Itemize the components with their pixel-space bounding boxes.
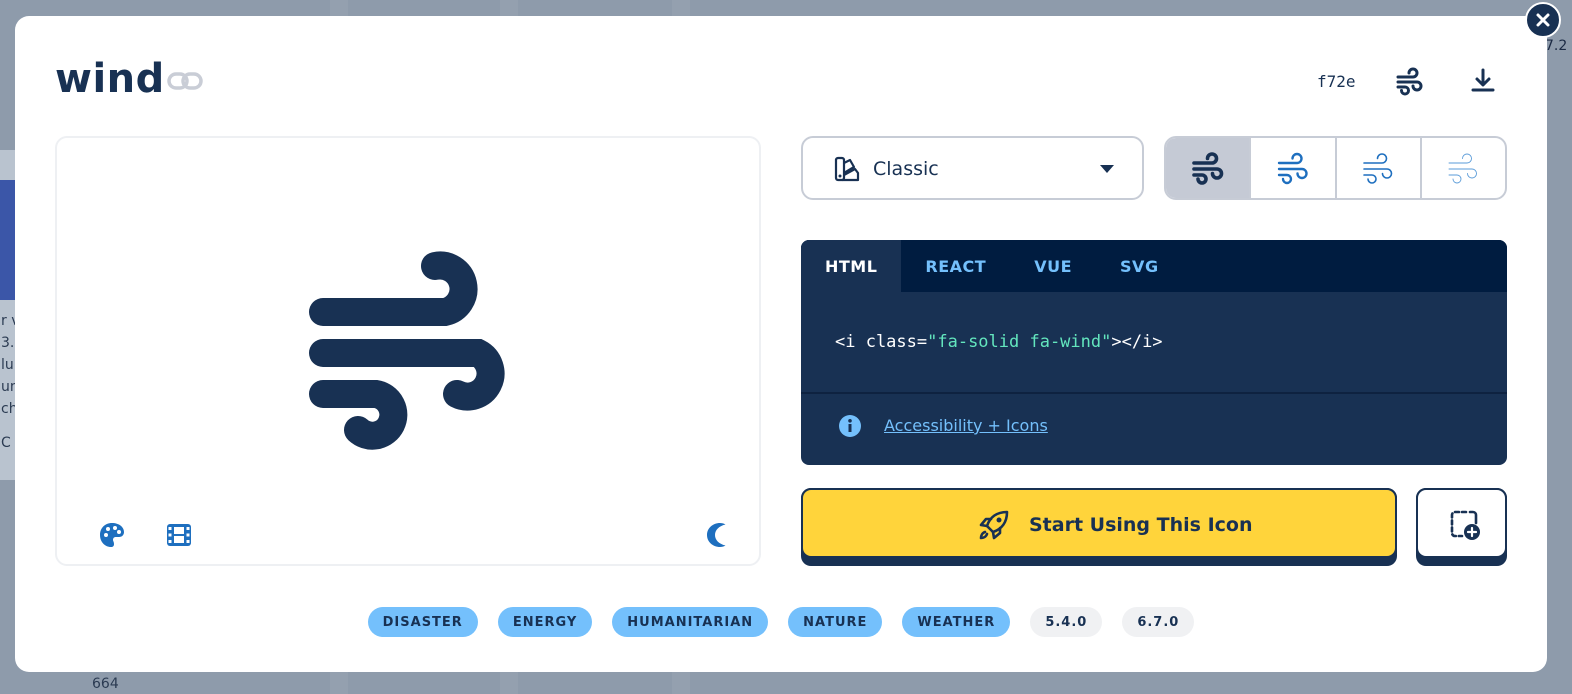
tab-react[interactable]: REACT (901, 240, 1010, 292)
weight-option-light[interactable] (1337, 138, 1422, 198)
tab-vue[interactable]: VUE (1010, 240, 1096, 292)
category-tag[interactable]: HUMANITARIAN (612, 607, 769, 637)
wind-icon (1191, 152, 1223, 185)
bg-count: 664 (92, 676, 119, 692)
icon-preview (55, 136, 761, 566)
style-select-value: Classic (873, 158, 939, 180)
bg-line: un (1, 379, 16, 395)
category-tag[interactable]: DISASTER (367, 607, 478, 637)
category-tag[interactable]: NATURE (788, 607, 883, 637)
info-icon (839, 415, 861, 437)
weight-option-regular[interactable] (1251, 138, 1337, 198)
wind-icon[interactable] (1395, 66, 1425, 96)
download-icon[interactable] (1468, 66, 1498, 96)
link-icon[interactable] (167, 68, 203, 94)
bg-line: ch (1, 401, 16, 417)
tab-svg[interactable]: SVG (1096, 240, 1183, 292)
wind-icon (1363, 153, 1393, 184)
code-tabs: HTML REACT VUE SVG (801, 240, 1507, 292)
caret-down-icon (1100, 165, 1114, 173)
close-icon (1536, 13, 1550, 27)
code-class-string: "fa-solid fa-wind" (927, 332, 1112, 352)
divider (801, 392, 1507, 394)
icon-detail-modal: wind f72e Classic HTML REACT VUE SVG <i … (15, 16, 1547, 672)
code-prefix: <i class= (835, 332, 928, 352)
code-snippet[interactable]: <i class="fa-solid fa-wind"></i> (835, 332, 1163, 352)
wind-icon (309, 251, 505, 450)
style-select[interactable]: Classic (801, 136, 1144, 200)
palette-icon[interactable] (97, 520, 127, 550)
add-to-kit-button-face (1416, 488, 1507, 558)
bg-card-image (0, 180, 16, 300)
bg-card: r v 3.8 lu un ch C (0, 150, 16, 480)
weight-option-thin[interactable] (1422, 138, 1505, 198)
category-tag[interactable]: WEATHER (902, 607, 1011, 637)
start-using-button-face: Start Using This Icon (801, 488, 1397, 558)
swatch-icon (834, 156, 860, 182)
bg-line: 3.8 (1, 335, 16, 351)
moon-icon[interactable] (701, 520, 731, 550)
unicode-value[interactable]: f72e (1317, 72, 1356, 91)
bg-card-text: r v 3.8 lu un ch C (1, 310, 16, 454)
bg-line: lu (1, 357, 14, 373)
tag-list: DISASTER ENERGY HUMANITARIAN NATURE WEAT… (15, 607, 1547, 637)
add-to-kit-button[interactable] (1416, 488, 1507, 566)
bg-line: r v (1, 313, 16, 329)
film-icon[interactable] (164, 520, 194, 550)
close-button[interactable] (1525, 2, 1561, 38)
weight-option-solid[interactable] (1166, 138, 1252, 198)
code-snippet-panel: HTML REACT VUE SVG <i class="fa-solid fa… (801, 240, 1507, 465)
wind-icon (1277, 152, 1308, 185)
icon-title: wind (55, 56, 165, 102)
version-tag[interactable]: 6.7.0 (1122, 607, 1195, 637)
code-suffix: ></i> (1111, 332, 1163, 352)
start-using-button-label: Start Using This Icon (1029, 514, 1253, 536)
rocket-icon (979, 510, 1009, 540)
tab-html[interactable]: HTML (801, 240, 902, 292)
start-using-button[interactable]: Start Using This Icon (801, 488, 1397, 566)
bg-line: C (1, 435, 11, 451)
bg-version: 7.2 (1545, 38, 1568, 54)
square-plus-icon (1450, 510, 1480, 540)
wind-icon (1448, 153, 1478, 184)
version-tag[interactable]: 5.4.0 (1030, 607, 1103, 637)
weight-selector (1164, 136, 1507, 200)
accessibility-link[interactable]: Accessibility + Icons (884, 416, 1048, 435)
category-tag[interactable]: ENERGY (497, 607, 593, 637)
